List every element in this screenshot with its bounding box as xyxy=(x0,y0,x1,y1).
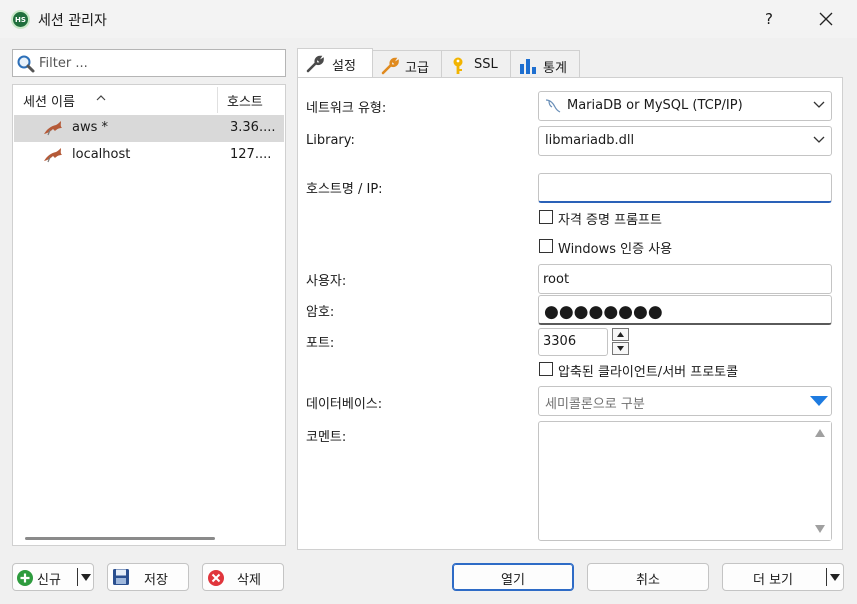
bar-chart-icon xyxy=(520,59,536,74)
session-row-localhost[interactable]: localhost 127.... xyxy=(14,142,284,169)
host-input[interactable] xyxy=(538,173,832,203)
tab-advanced[interactable]: 고급 xyxy=(372,50,442,78)
wrench-orange-icon xyxy=(381,57,399,75)
delete-circle-icon xyxy=(208,570,224,586)
session-host: 127.... xyxy=(230,147,272,162)
caret-down-icon[interactable] xyxy=(81,574,91,582)
column-divider[interactable] xyxy=(217,87,218,113)
session-name: localhost xyxy=(72,147,131,162)
close-icon xyxy=(819,12,833,26)
cancel-label: 취소 xyxy=(636,573,660,588)
comment-textarea[interactable] xyxy=(538,421,832,541)
host-label: 호스트명 / IP: xyxy=(306,182,383,197)
library-value: libmariadb.dll xyxy=(545,133,635,148)
cancel-button[interactable]: 취소 xyxy=(587,563,709,591)
split-divider xyxy=(826,568,827,586)
network-type-value: MariaDB or MySQL (TCP/IP) xyxy=(567,98,743,113)
app-logo-icon: HS xyxy=(11,10,30,29)
tab-ssl[interactable]: SSL xyxy=(441,50,511,78)
network-type-select[interactable]: MariaDB or MySQL (TCP/IP) xyxy=(538,91,832,121)
library-label: Library: xyxy=(306,133,355,148)
caret-up-icon xyxy=(617,332,624,337)
wrench-icon xyxy=(306,55,324,73)
mysql-dolphin-icon xyxy=(545,99,561,113)
scroll-down-icon[interactable] xyxy=(815,525,825,533)
password-label: 암호: xyxy=(306,305,335,320)
more-button[interactable]: 더 보기 xyxy=(722,563,844,591)
port-increment-button[interactable] xyxy=(612,328,629,341)
dropdown-arrow-icon xyxy=(810,396,828,406)
floppy-disk-icon xyxy=(113,569,129,585)
checkbox-box[interactable] xyxy=(539,210,553,224)
split-divider xyxy=(77,568,78,586)
caret-down-icon xyxy=(617,346,624,351)
user-label: 사용자: xyxy=(306,274,347,289)
network-type-label: 네트워크 유형: xyxy=(306,101,387,116)
checkbox-box[interactable] xyxy=(539,362,553,376)
session-name: aws * xyxy=(72,120,109,135)
dolphin-icon xyxy=(44,121,62,136)
port-input[interactable]: 3306 xyxy=(538,328,608,356)
tab-label: SSL xyxy=(474,57,498,72)
sort-ascending-icon xyxy=(96,95,106,101)
password-input[interactable]: ●●●●●●●● xyxy=(538,295,832,325)
database-placeholder: 세미콜론으로 구분 xyxy=(545,397,645,412)
open-button[interactable]: 열기 xyxy=(452,563,574,591)
plus-circle-icon xyxy=(17,570,33,586)
new-session-button[interactable]: 신규 xyxy=(12,563,94,591)
scrollbar-thumb[interactable] xyxy=(25,537,215,540)
tab-label: 설정 xyxy=(332,59,356,74)
column-header-host[interactable]: 호스트 xyxy=(227,91,263,110)
title-bar: HS 세션 관리자 ? xyxy=(0,0,857,38)
delete-label: 삭제 xyxy=(237,573,261,588)
column-header-session-name[interactable]: 세션 이름 xyxy=(23,91,75,110)
tab-statistics[interactable]: 통계 xyxy=(510,50,580,78)
search-icon xyxy=(17,55,35,73)
session-host: 3.36.... xyxy=(230,120,276,135)
horizontal-scrollbar[interactable] xyxy=(13,532,285,545)
save-button[interactable]: 저장 xyxy=(107,563,189,591)
tab-label: 통계 xyxy=(543,61,567,76)
filter-box xyxy=(12,49,286,77)
database-select[interactable]: 세미콜론으로 구분 xyxy=(538,386,832,416)
compressed-protocol-label: 압축된 클라이언트/서버 프로토콜 xyxy=(558,365,739,380)
tab-label: 고급 xyxy=(405,61,429,76)
port-decrement-button[interactable] xyxy=(612,342,629,355)
tab-settings[interactable]: 설정 xyxy=(297,48,373,78)
window-title: 세션 관리자 xyxy=(38,13,107,29)
more-label: 더 보기 xyxy=(752,573,793,588)
database-label: 데이터베이스: xyxy=(306,397,383,412)
scroll-up-icon[interactable] xyxy=(815,429,825,437)
port-label: 포트: xyxy=(306,336,335,351)
chevron-down-icon xyxy=(813,101,825,108)
library-select[interactable]: libmariadb.dll xyxy=(538,126,832,156)
close-button[interactable] xyxy=(812,6,840,32)
session-list: 세션 이름 호스트 aws * 3.36.... localhost 127..… xyxy=(12,84,286,546)
delete-button[interactable]: 삭제 xyxy=(202,563,284,591)
settings-panel: 네트워크 유형: MariaDB or MySQL (TCP/IP) Libra… xyxy=(297,77,843,550)
help-button[interactable]: ? xyxy=(757,8,781,30)
session-row-aws[interactable]: aws * 3.36.... xyxy=(14,115,284,142)
dolphin-icon xyxy=(44,148,62,163)
comment-label: 코멘트: xyxy=(306,430,347,445)
caret-down-icon[interactable] xyxy=(830,574,840,582)
user-input[interactable] xyxy=(538,264,832,294)
chevron-down-icon xyxy=(813,136,825,143)
prompt-credentials-label: 자격 증명 프롬프트 xyxy=(558,213,662,228)
checkbox-box[interactable] xyxy=(539,239,553,253)
vertical-scrollbar[interactable] xyxy=(809,422,831,540)
session-list-header: 세션 이름 호스트 xyxy=(13,85,285,115)
new-session-label: 신규 xyxy=(37,573,61,588)
filter-input[interactable] xyxy=(37,53,277,73)
save-label: 저장 xyxy=(144,573,168,588)
windows-auth-label: Windows 인증 사용 xyxy=(558,242,673,257)
key-icon xyxy=(453,57,463,74)
open-label: 열기 xyxy=(501,573,525,588)
password-mask: ●●●●●●●● xyxy=(544,302,663,322)
port-value: 3306 xyxy=(543,334,577,349)
